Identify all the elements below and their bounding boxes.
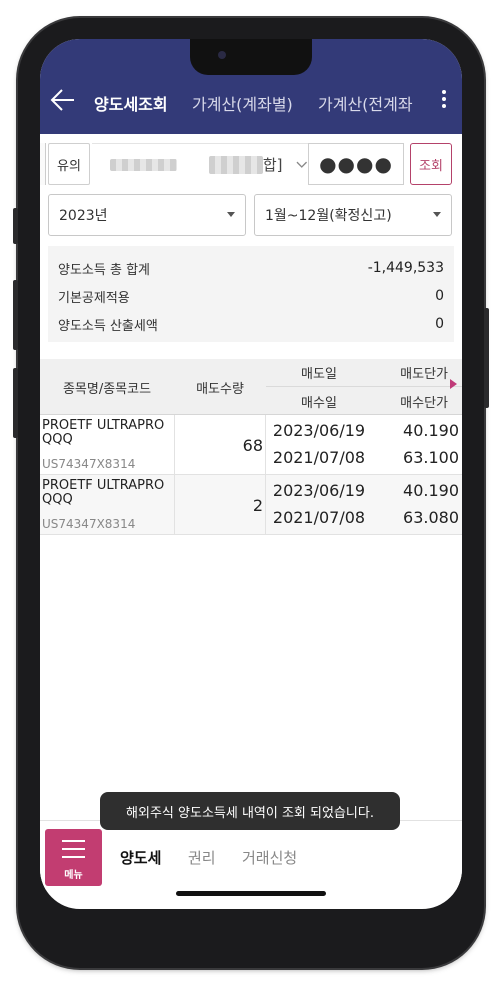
menu-button[interactable]: 메뉴	[45, 829, 102, 886]
home-indicator	[176, 891, 326, 896]
tab-estimate-by-account[interactable]: 가계산(계좌별)	[192, 91, 293, 115]
bottom-tab-rights[interactable]: 권리	[188, 847, 216, 868]
buy-date: 2021/07/08	[272, 448, 366, 467]
year-select[interactable]: 2023년	[48, 194, 246, 236]
account-row: 유의 합] ●●●● 조회	[40, 143, 462, 185]
sell-price: 40.190	[403, 421, 459, 440]
table-header: 종목명/종목코드 매도수량 매도일 매수일 매도단가 매수단가	[40, 359, 462, 415]
hamburger-icon	[62, 840, 85, 864]
summary-label: 양도소득 총 합계	[58, 262, 150, 278]
stock-code: US74347X8314	[42, 517, 136, 531]
app-screen: 양도세조회 가계산(계좌별) 가계산(전계좌 유의 합] ●●●● 조회 202…	[40, 39, 462, 909]
year-value: 2023년	[59, 208, 108, 224]
back-arrow-icon[interactable]	[50, 87, 76, 113]
volume-up-button	[13, 280, 18, 350]
stock-name: PROETF ULTRAPRO QQQ	[42, 478, 165, 507]
notch	[190, 39, 312, 75]
volume-down-button	[13, 368, 18, 438]
table-row[interactable]: PROETF ULTRAPRO QQQ US74347X8314 68 2023…	[40, 415, 462, 475]
tax-summary-panel: 양도소득 총 합계 -1,449,533 기본공제적용 0 양도소득 산출세액 …	[48, 246, 454, 342]
buy-price: 63.080	[403, 508, 459, 527]
caret-down-icon	[433, 212, 441, 217]
power-button	[484, 308, 489, 408]
stock-name: PROETF ULTRAPRO QQQ	[42, 418, 165, 447]
sell-price: 40.190	[403, 481, 459, 500]
bottom-tab-transfer-tax[interactable]: 양도세	[120, 847, 161, 868]
summary-label: 기본공제적용	[58, 290, 130, 306]
sell-quantity: 2	[174, 475, 266, 535]
buy-date: 2021/07/08	[272, 508, 366, 527]
query-button[interactable]: 조회	[410, 143, 452, 185]
account-select[interactable]: 합]	[92, 143, 308, 185]
toast-message: 해외주식 양도소득세 내역이 조회 되었습니다.	[100, 792, 400, 830]
header-buy-price: 매수단가	[400, 395, 448, 411]
sell-date: 2023/06/19	[272, 421, 366, 440]
stock-code: US74347X8314	[42, 457, 136, 471]
buy-price: 63.100	[403, 448, 459, 467]
scroll-right-arrow-icon[interactable]	[450, 379, 457, 389]
header-name-code: 종목명/종목코드	[62, 381, 152, 397]
bottom-tab-trade-request[interactable]: 거래신청	[242, 847, 297, 868]
period-select[interactable]: 1월~12월(확정신고)	[254, 194, 452, 236]
summary-value: -1,449,533	[367, 260, 444, 276]
tab-estimate-all-accounts[interactable]: 가계산(전계좌	[318, 91, 422, 115]
chevron-down-icon	[296, 161, 308, 168]
sell-date: 2023/06/19	[272, 481, 366, 500]
header-buy-date: 매수일	[301, 395, 337, 411]
account-scroll-edge	[40, 143, 46, 185]
summary-row-tax: 양도소득 산출세액 0	[58, 314, 444, 334]
tab-transfer-tax-inquiry[interactable]: 양도세조회	[94, 91, 168, 115]
bottom-nav: 메뉴 양도세 권리 거래신청	[40, 820, 462, 890]
masked-account-number	[110, 158, 178, 171]
mute-switch	[13, 208, 18, 244]
more-vertical-icon[interactable]	[437, 87, 451, 115]
summary-label: 양도소득 산출세액	[58, 318, 158, 334]
camera	[218, 51, 226, 59]
account-suffix: 합]	[262, 156, 283, 174]
header-sell-price: 매도단가	[372, 359, 462, 387]
period-value: 1월~12월(확정신고)	[265, 208, 392, 224]
menu-label: 메뉴	[64, 870, 83, 881]
table-row[interactable]: PROETF ULTRAPRO QQQ US74347X8314 2 2023/…	[40, 475, 462, 535]
header-sell-date: 매도일	[266, 359, 372, 387]
sell-quantity: 68	[174, 415, 266, 475]
caret-down-icon	[227, 212, 235, 217]
password-field[interactable]: ●●●●	[308, 143, 404, 185]
summary-row-deduction: 기본공제적용 0	[58, 286, 444, 306]
masked-account-name	[209, 155, 263, 174]
summary-value: 0	[435, 316, 444, 332]
account-type-button[interactable]: 유의	[48, 143, 90, 185]
transactions-table: 종목명/종목코드 매도수량 매도일 매수일 매도단가 매수단가 PROETF U…	[40, 359, 462, 535]
header-qty: 매도수량	[196, 381, 244, 397]
summary-value: 0	[435, 288, 444, 304]
summary-row-total: 양도소득 총 합계 -1,449,533	[58, 258, 444, 278]
